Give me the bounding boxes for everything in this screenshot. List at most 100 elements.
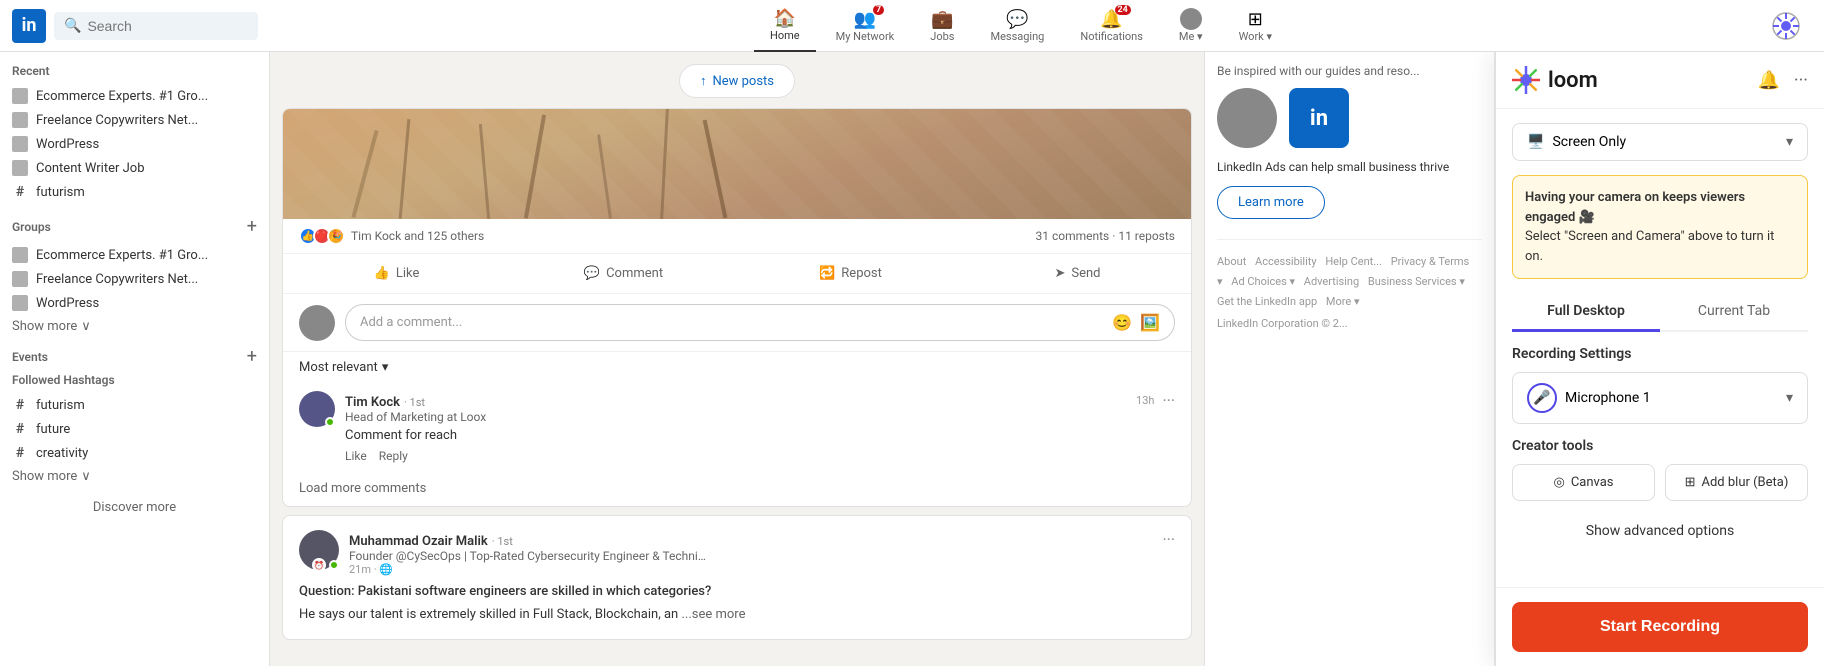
most-relevant-filter[interactable]: Most relevant ▾ <box>283 352 1191 383</box>
commenter-title: Head of Marketing at Loox <box>345 410 1175 424</box>
recent-label: Recent <box>12 64 257 78</box>
post2-question: Question: Pakistani software engineers a… <box>299 584 1175 599</box>
emoji-icon[interactable]: 😊 <box>1112 313 1132 332</box>
hashtags-section: Followed Hashtags # futurism # future # … <box>12 373 257 484</box>
group-item-freelance[interactable]: Freelance Copywriters Net... <box>12 267 257 291</box>
add-event-button[interactable]: + <box>247 346 257 367</box>
comment-reply[interactable]: Reply <box>379 449 408 463</box>
search-icon: 🔍 <box>64 18 81 34</box>
nav-item-notifications[interactable]: 🔔24 Notifications <box>1064 0 1159 52</box>
post-actions: 👍Like 💬Comment 🔁Repost ➤Send <box>283 254 1191 294</box>
bell-icon[interactable]: 🔔 <box>1757 70 1779 91</box>
new-posts-banner[interactable]: ↑ New posts <box>679 64 795 98</box>
comment-button[interactable]: 💬Comment <box>510 256 737 291</box>
mic-chevron-icon: ▾ <box>1786 390 1793 406</box>
post-meta: 👍 ❤️ 🎉 Tim Kock and 125 others 31 commen… <box>283 219 1191 254</box>
recording-settings-label: Recording Settings <box>1512 346 1808 362</box>
linkedin-logo[interactable]: in <box>12 9 46 43</box>
image-icon[interactable]: 🖼️ <box>1140 313 1160 332</box>
microphone-icon-circle: 🎤 <box>1527 383 1557 413</box>
ad-avatar <box>1217 88 1277 148</box>
ad-description: LinkedIn Ads can help small business thr… <box>1217 160 1482 174</box>
loom-nav-icon[interactable] <box>1772 12 1800 40</box>
loom-panel: loom 🔔 ··· 🖥️ Screen Only ▾ Having your … <box>1494 52 1824 666</box>
repost-button[interactable]: 🔁Repost <box>737 256 964 291</box>
creator-tools-label: Creator tools <box>1512 438 1808 454</box>
more-menu-icon[interactable]: ··· <box>1794 70 1808 91</box>
microphone-select[interactable]: 🎤 Microphone 1 ▾ <box>1512 372 1808 424</box>
camera-warning-banner: Having your camera on keeps viewers enga… <box>1512 175 1808 279</box>
like-button[interactable]: 👍Like <box>283 256 510 291</box>
loom-footer: Start Recording <box>1496 587 1824 666</box>
show-advanced-options[interactable]: Show advanced options <box>1512 515 1808 547</box>
canvas-icon: ◎ <box>1553 475 1564 490</box>
comment-item: Tim Kock · 1st 13h ··· Head of Marketing… <box>283 383 1191 471</box>
post2-time: 21m · 🌐 <box>349 563 1175 576</box>
post2-badge: · 1st <box>492 535 513 548</box>
post2-avatar: ⏰ <box>299 530 339 570</box>
comment-action-row: Like Reply <box>345 449 1175 463</box>
loom-star-icon <box>1512 66 1540 94</box>
linkedin-ad-logo: in <box>1289 88 1349 148</box>
add-group-button[interactable]: + <box>247 216 257 237</box>
chevron-down-icon: ▾ <box>1786 134 1793 150</box>
start-recording-button[interactable]: Start Recording <box>1512 602 1808 652</box>
hashtag-future[interactable]: # future <box>12 417 257 441</box>
nav-item-work[interactable]: ⊞ Work ▾ <box>1223 0 1288 52</box>
nav-item-me[interactable]: Me ▾ <box>1163 0 1219 52</box>
linkedin-ad-panel: Be inspired with our guides and reso... … <box>1204 52 1494 666</box>
grid-icon: ⊞ <box>1685 475 1696 490</box>
group-item-wordpress[interactable]: WordPress <box>12 291 257 315</box>
sidebar-item-ecommerce[interactable]: Ecommerce Experts. #1 Gro... <box>12 84 257 108</box>
show-more-groups[interactable]: Show more ∨ <box>12 319 257 334</box>
learn-more-button[interactable]: Learn more <box>1217 186 1325 219</box>
comment-text: Comment for reach <box>345 428 1175 443</box>
sidebar-item-wordpress[interactable]: WordPress <box>12 132 257 156</box>
blur-tool-button[interactable]: ⊞ Add blur (Beta) <box>1665 464 1808 501</box>
search-box[interactable]: 🔍 <box>54 12 258 40</box>
nav-item-home[interactable]: 🏠 Home <box>754 0 816 52</box>
groups-section: Groups + Ecommerce Experts. #1 Gro... Fr… <box>12 216 257 334</box>
send-button[interactable]: ➤Send <box>964 256 1191 291</box>
post2-author-title: Founder @CySecOps | Top-Rated Cybersecur… <box>349 549 709 563</box>
discover-more[interactable]: Discover more <box>12 500 257 515</box>
nav-item-messaging[interactable]: 💬 Messaging <box>974 0 1060 52</box>
see-more-link[interactable]: ...see more <box>681 607 745 622</box>
commenter-avatar <box>299 391 335 427</box>
show-more-hashtags[interactable]: Show more ∨ <box>12 469 257 484</box>
hashtag-futurism[interactable]: # futurism <box>12 393 257 417</box>
copyright: LinkedIn Corporation © 2... <box>1217 317 1482 330</box>
load-more-comments[interactable]: Load more comments <box>283 471 1191 506</box>
tab-current-tab[interactable]: Current Tab <box>1660 293 1808 332</box>
screen-mode-select[interactable]: 🖥️ Screen Only ▾ <box>1512 123 1808 161</box>
chevron-icon: ▾ <box>382 360 389 375</box>
post-card: 👍 ❤️ 🎉 Tim Kock and 125 others 31 commen… <box>282 108 1192 507</box>
sidebar-item-futurism[interactable]: # futurism <box>12 180 257 204</box>
sidebar-item-content[interactable]: Content Writer Job <box>12 156 257 180</box>
hashtag-creativity[interactable]: # creativity <box>12 441 257 465</box>
creator-tools-row: ◎ Canvas ⊞ Add blur (Beta) <box>1512 464 1808 501</box>
footer-links: About Accessibility Help Cent... Privacy… <box>1217 252 1482 311</box>
hashtags-label: Followed Hashtags <box>12 373 257 387</box>
nav-item-network[interactable]: 👥7 My Network <box>820 0 911 52</box>
loom-logo: loom <box>1512 66 1598 94</box>
events-section: Events + <box>12 346 257 367</box>
loom-brand-name: loom <box>1548 68 1598 93</box>
group-item-ecommerce[interactable]: Ecommerce Experts. #1 Gro... <box>12 243 257 267</box>
loom-body: 🖥️ Screen Only ▾ Having your camera on k… <box>1496 109 1824 587</box>
user-avatar <box>299 305 335 341</box>
post2-body: He says our talent is extremely skilled … <box>299 605 1175 625</box>
warning-title: Having your camera on keeps viewers enga… <box>1525 190 1745 225</box>
comment-input-field[interactable]: Add a comment... 😊 🖼️ <box>345 304 1175 341</box>
tab-full-desktop[interactable]: Full Desktop <box>1512 293 1660 332</box>
comment-like[interactable]: Like <box>345 449 367 463</box>
sidebar-item-freelance[interactable]: Freelance Copywriters Net... <box>12 108 257 132</box>
post2-more-options[interactable]: ··· <box>1162 530 1175 549</box>
nav-item-jobs[interactable]: 💼 Jobs <box>914 0 970 52</box>
search-input[interactable] <box>87 18 248 34</box>
post2-author-name: Muhammad Ozair Malik <box>349 534 488 549</box>
loom-header: loom 🔔 ··· <box>1496 52 1824 109</box>
more-options-icon[interactable]: ··· <box>1162 391 1175 410</box>
post-card-2: ⏰ Muhammad Ozair Malik · 1st ··· Founder… <box>282 515 1192 640</box>
canvas-tool-button[interactable]: ◎ Canvas <box>1512 464 1655 501</box>
